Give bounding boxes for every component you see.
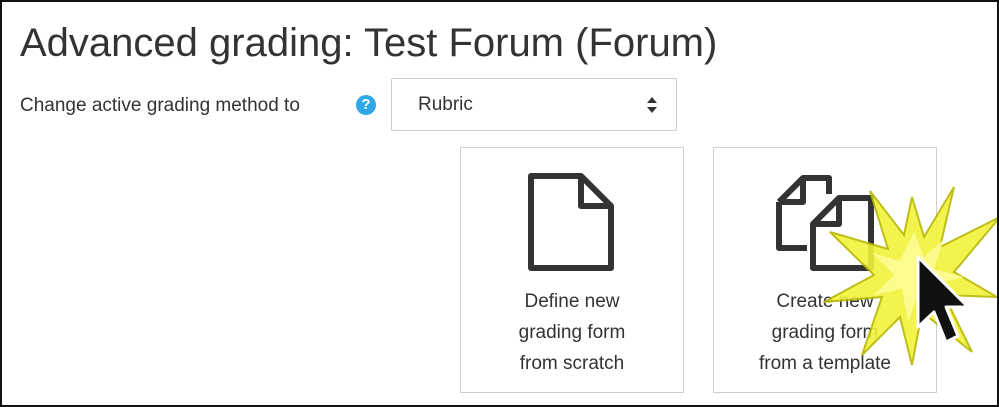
grading-method-label: Change active grading method to <box>20 95 300 116</box>
grading-method-select[interactable]: Rubric <box>391 78 677 131</box>
page-title: Advanced grading: Test Forum (Forum) <box>20 21 718 65</box>
create-from-template-label: Create new grading form from a template <box>759 291 891 374</box>
define-new-form-label: Define new grading form from scratch <box>518 291 626 374</box>
help-icon[interactable]: ? <box>356 95 376 115</box>
grading-method-selected-value: Rubric <box>418 94 473 115</box>
copy-files-icon <box>714 172 936 272</box>
file-icon <box>461 172 683 272</box>
select-arrows-icon <box>647 97 657 113</box>
app-window: Advanced grading: Test Forum (Forum) Cha… <box>0 0 999 407</box>
define-new-form-button[interactable]: Define new grading form from scratch <box>460 147 684 393</box>
create-from-template-button[interactable]: Create new grading form from a template <box>713 147 937 393</box>
